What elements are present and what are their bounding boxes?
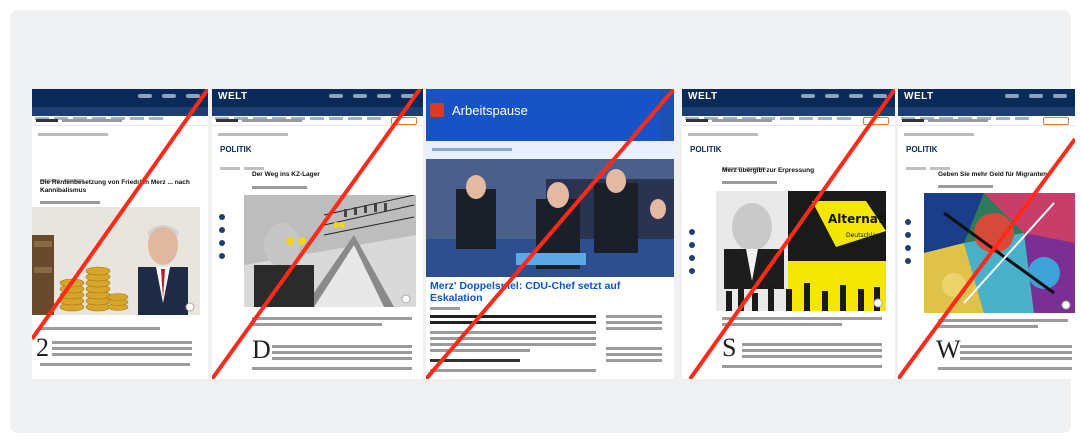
headline: Merz übergibt zur Erpressung [722,167,815,174]
merz-money-image [32,207,200,315]
welt-logo: WELT [904,91,934,102]
article-screenshot-2[interactable]: WELT POLITIK Der Weg ins KZ-Lager D [212,89,423,379]
article-screenshot-3[interactable]: Arbeitspause Merz' Doppelspiel: CDU-Chef… [426,89,674,379]
headline: Der Weg ins KZ-Lager [252,171,320,178]
ticker-bar [212,116,423,126]
headline: Geben Sie mehr Geld für Migranten [938,171,1048,178]
arbeitspause-header: Arbeitspause [426,89,674,141]
arbeitspause-title: Arbeitspause [452,103,528,118]
nav-icons [1005,94,1067,102]
welt-header: WELT [212,89,423,107]
welt-header: WELT [898,89,1075,107]
section-title: POLITIK [220,145,252,154]
article-headline: Merz' Doppelspiel: CDU-Chef setzt auf Es… [430,280,621,304]
dropcap: W [936,335,961,364]
dropcap: 2 [36,333,49,362]
social-share[interactable] [689,229,695,274]
welt-header [32,89,208,107]
ticker-bar [682,116,895,126]
breadcrumb [218,133,288,136]
article-screenshot-5[interactable]: WELT POLITIK Geben Sie mehr Geld für Mig… [898,89,1075,379]
nav-icons [801,94,887,102]
article-screenshot-1[interactable]: Die Rentenbesetzung von Friedrich Merz .… [32,89,208,379]
bundestag-image [426,159,674,277]
welt-subnav [898,107,1075,120]
ticker-bar [898,116,1075,126]
kz-lager-image [244,195,416,307]
dropcap: S [722,333,737,362]
section-title: POLITIK [906,145,938,154]
collage-image [924,193,1075,313]
welt-subnav [682,107,895,120]
poster-text: Alternative [828,212,886,226]
gallery-frame: Die Rentenbesetzung von Friedrich Merz .… [10,10,1075,433]
afd-poster-image: Alternative Deutschland [716,191,886,311]
nav-icons [138,94,200,102]
ticker-bar [32,116,208,126]
welt-logo: WELT [688,91,718,102]
welt-logo: WELT [218,91,248,102]
welt-subnav [212,107,423,120]
arbeitspause-breadcrumb [426,141,674,159]
breadcrumb [38,133,108,136]
headline: Die Rentenbesetzung von Friedrich Merz .… [40,179,190,194]
poster-subtext: Deutschland [846,232,884,239]
nav-icons [329,94,415,102]
welt-header: WELT [682,89,895,107]
screenshot-collage: Die Rentenbesetzung von Friedrich Merz .… [32,89,1075,379]
breadcrumb [904,133,974,136]
breadcrumb [688,133,758,136]
article-screenshot-4[interactable]: WELT POLITIK Merz übergibt zur Erpressun… [682,89,895,379]
arbeitspause-logo [430,103,444,117]
section-title: POLITIK [690,145,722,154]
dropcap: D [252,335,271,364]
social-share[interactable] [219,214,225,259]
social-share[interactable] [905,219,911,264]
welt-subnav [32,107,208,120]
